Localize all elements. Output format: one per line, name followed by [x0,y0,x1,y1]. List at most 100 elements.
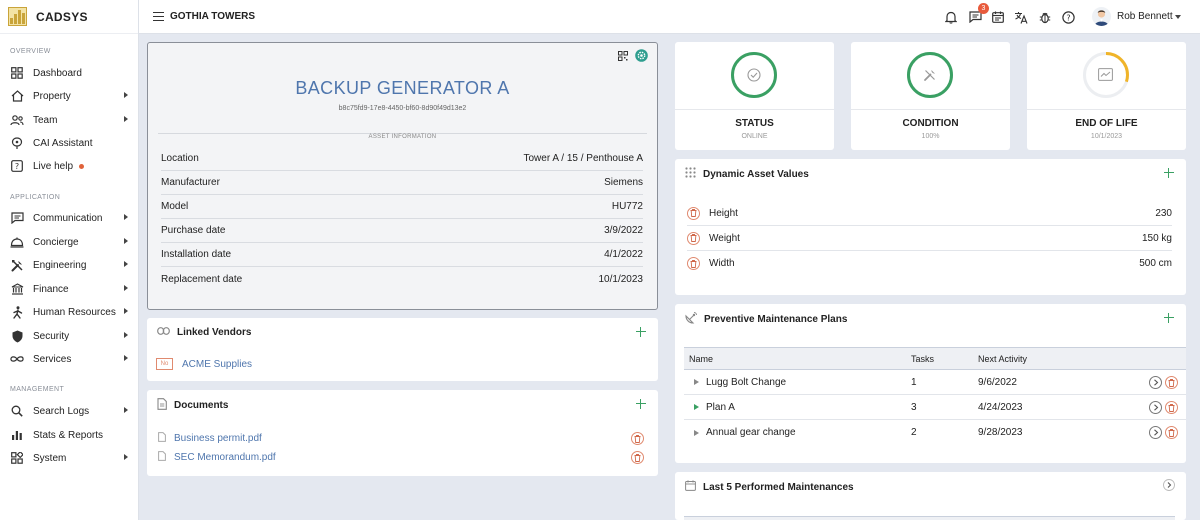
value-amount: 230 [1155,207,1172,219]
settings-gear-icon[interactable] [635,49,648,65]
translate-icon[interactable] [1013,9,1029,25]
info-row: Location Tower A / 15 / Penthouse A [161,147,643,171]
delete-document-button[interactable] [631,432,644,445]
linked-vendors-card: Linked Vendors No ACME Supplies [147,318,658,381]
info-value: Siemens [604,177,643,188]
last-maintenances-card: Last 5 Performed Maintenances [675,472,1186,520]
add-value-button[interactable] [1163,167,1175,179]
user-menu-caret-icon[interactable] [1175,15,1181,19]
divider [851,109,1010,110]
delete-value-button[interactable] [687,257,700,270]
table-header-strip [684,516,1175,520]
chevron-right-icon [124,261,128,267]
delete-plan-button[interactable] [1165,401,1178,414]
kpi-value: 100% [921,133,940,140]
bell-icon[interactable] [943,9,959,25]
info-label: Model [161,201,189,212]
plan-tasks: 1 [911,376,917,388]
search-icon [10,404,24,418]
sidebar-item-stats-reports[interactable]: Stats & Reports [0,426,139,444]
card-title: Last 5 Performed Maintenances [703,481,854,493]
add-document-button[interactable] [635,398,647,410]
messages-icon[interactable]: 3 [967,3,989,25]
expand-section-button[interactable] [1163,479,1175,494]
delete-plan-button[interactable] [1165,426,1178,439]
person-walking-icon [10,305,24,319]
info-label: Manufacturer [161,177,220,188]
sidebar-item-concierge[interactable]: Concierge [0,233,139,251]
message-icon [10,211,24,225]
brand[interactable]: CADSYS [0,0,138,34]
sidebar-item-search-logs[interactable]: Search Logs [0,402,139,420]
kpi-label: CONDITION [902,118,959,129]
live-status-dot [79,163,85,169]
chevron-right-icon [124,214,128,220]
value-label: Weight [709,232,740,244]
delete-document-button[interactable] [631,451,644,464]
user-avatar[interactable] [1092,7,1111,26]
sidebar-item-communication[interactable]: Communication [0,209,139,227]
qr-code-icon[interactable] [618,50,628,64]
expand-triangle-icon[interactable] [694,379,699,385]
sidebar-item-team[interactable]: Team [0,111,139,129]
bug-icon[interactable] [1037,9,1053,25]
grid-dots-icon [685,167,696,181]
add-vendor-button[interactable] [635,326,647,338]
user-name[interactable]: Rob Bennett [1117,11,1173,22]
bar-chart-icon [10,428,24,442]
end-of-life-kpi-card: END OF LIFE 10/1/2023 [1027,42,1186,150]
info-value: 4/1/2022 [604,249,643,260]
menu-toggle-icon[interactable] [153,12,164,21]
table-row[interactable]: Lugg Bolt Change 1 9/6/2022 [684,370,1186,395]
calendar-icon[interactable] [990,9,1006,25]
check-circle-icon [747,68,761,85]
info-row: Installation date 4/1/2022 [161,243,643,267]
sidebar-item-live-help[interactable]: ? Live help [0,157,139,175]
section-application: APPLICATION [10,194,61,201]
sidebar-item-system[interactable]: System [0,449,139,467]
tools-icon [923,68,937,85]
pm-table-header: Name Tasks Next Activity [684,347,1186,370]
delete-plan-button[interactable] [1165,376,1178,389]
sidebar-label: Stats & Reports [33,429,104,441]
divider [675,109,834,110]
sidebar-item-finance[interactable]: Finance [0,280,139,298]
play-triangle-icon[interactable] [694,404,699,410]
delete-value-button[interactable] [687,206,700,220]
info-row: Replacement date 10/1/2023 [161,267,643,291]
vendor-link[interactable]: ACME Supplies [182,359,252,370]
section-heading: ASSET INFORMATION [362,134,443,140]
vendor-item[interactable]: No ACME Supplies [156,358,252,370]
sidebar-item-cai-assistant[interactable]: CAI Assistant [0,134,139,152]
card-title: Documents [174,400,229,411]
table-row[interactable]: Plan A 3 4/24/2023 [684,395,1186,420]
open-plan-button[interactable] [1149,376,1162,389]
add-plan-button[interactable] [1163,312,1175,324]
asset-info-label: ASSET INFORMATION [148,129,657,141]
document-item: Business permit.pdf [158,432,262,445]
sidebar-item-human-resources[interactable]: Human Resources [0,303,139,321]
documents-card: Documents Business permit.pdf SEC Memora… [147,390,658,476]
card-title: Linked Vendors [177,326,252,338]
sidebar: CADSYS OVERVIEW Dashboard Property Team … [0,0,139,520]
help-icon[interactable]: ? [1060,9,1076,25]
sidebar-item-property[interactable]: Property [0,87,139,105]
sidebar-item-security[interactable]: Security [0,327,139,345]
expand-triangle-icon[interactable] [694,429,699,436]
apps-icon [10,451,24,465]
sidebar-item-engineering[interactable]: Engineering [0,256,139,274]
open-plan-button[interactable] [1149,401,1162,414]
document-icon [157,398,167,413]
sidebar-item-services[interactable]: Services [0,350,139,368]
column-next-activity: Next Activity [978,353,1028,364]
open-plan-button[interactable] [1149,426,1162,439]
concierge-bell-icon [10,235,24,249]
document-link[interactable]: Business permit.pdf [174,433,262,444]
document-link[interactable]: SEC Memorandum.pdf [174,452,276,463]
status-kpi-card: STATUS ONLINE [675,42,834,150]
delete-value-button[interactable] [687,231,700,245]
table-row[interactable]: Annual gear change 2 9/28/2023 [684,420,1186,445]
sidebar-item-dashboard[interactable]: Dashboard [0,64,139,82]
plan-name: Plan A [706,401,735,413]
chevron-right-icon [124,285,128,291]
